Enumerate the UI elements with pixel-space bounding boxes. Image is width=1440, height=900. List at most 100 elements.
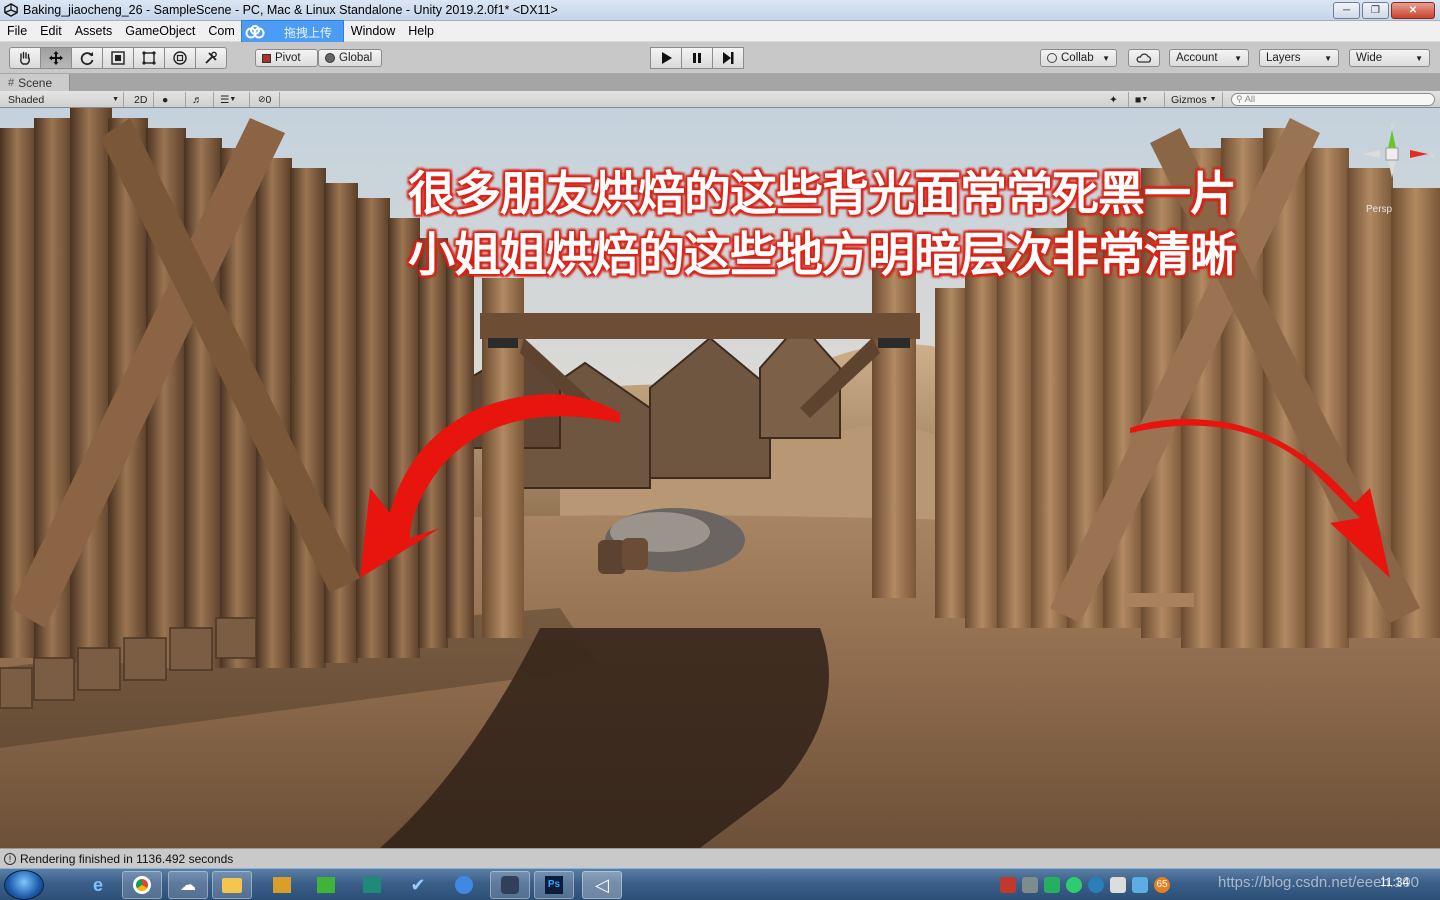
2d-toggle[interactable]: 2D (130, 92, 154, 107)
tray-vpn-icon[interactable] (1088, 877, 1104, 893)
cloud-icon (242, 21, 268, 43)
menu-file[interactable]: File (0, 24, 33, 38)
taskbar-ie-icon[interactable]: e (78, 871, 118, 899)
taskbar-vs-icon[interactable]: ✔ (398, 871, 438, 899)
close-button[interactable]: ✕ (1391, 1, 1435, 19)
tray-badge-icon[interactable]: 65 (1154, 877, 1170, 893)
taskbar-tool-icon[interactable] (262, 871, 302, 899)
taskbar-teal-app-icon[interactable] (352, 871, 392, 899)
step-button[interactable] (712, 47, 744, 69)
taskbar-unity-icon[interactable]: ◁ (582, 871, 622, 899)
transform-tool-button[interactable] (164, 47, 196, 69)
taskbar-chrome-icon[interactable] (122, 871, 162, 899)
status-message[interactable]: Rendering finished in 1136.492 seconds (20, 852, 233, 866)
layers-dropdown[interactable]: Layers ▼ (1259, 49, 1339, 67)
menu-help[interactable]: Help (401, 24, 440, 38)
speaker-icon: ♬ (192, 93, 203, 106)
menu-bar: File Edit Assets GameObject Com Window H… (0, 21, 1440, 42)
chevron-down-icon: ▼ (1234, 53, 1242, 63)
projection-mode-label[interactable]: Persp (1366, 204, 1393, 215)
tray-keyboard-icon[interactable] (1022, 877, 1038, 893)
check-circle-icon (1047, 53, 1057, 63)
taskbar-netdisk-icon[interactable]: ☁ (168, 871, 208, 899)
account-dropdown[interactable]: Account ▼ (1169, 49, 1249, 67)
rect-tool-button[interactable] (133, 47, 165, 69)
taskbar-dark-app-icon[interactable] (490, 871, 530, 899)
rect-icon (142, 51, 156, 65)
menu-assets[interactable]: Assets (68, 24, 119, 38)
scale-icon (111, 51, 125, 65)
effects-dropdown[interactable]: ☰ ▼ (216, 92, 250, 107)
pivot-icon (262, 53, 271, 63)
tray-wechat-icon[interactable] (1066, 877, 1082, 893)
axis-y-label: y (1390, 120, 1395, 130)
play-button[interactable] (650, 47, 682, 69)
pivot-toggle[interactable]: Pivot (255, 49, 318, 67)
rotate-tool-button[interactable] (71, 47, 103, 69)
pause-icon (693, 53, 701, 63)
tray-app-icon[interactable] (1000, 877, 1016, 893)
search-placeholder: All (1244, 94, 1256, 105)
scene-viewport[interactable]: 很多朋友烘焙的这些背光面常常死黑一片 小姐姐烘焙的这些地方明暗层次非常清晰 y … (0, 108, 1440, 848)
maximize-button[interactable]: ❐ (1362, 1, 1389, 19)
tray-netdisk-icon[interactable] (1132, 877, 1148, 893)
tray-unity-icon[interactable] (1110, 877, 1126, 893)
taskbar-browser-icon[interactable] (444, 871, 484, 899)
taskbar-green-app-icon[interactable] (306, 871, 346, 899)
camera-dropdown[interactable]: ■ ▼ (1131, 92, 1165, 107)
playback-controls (650, 47, 744, 69)
windows-start-button[interactable] (4, 870, 44, 900)
layers-label: Layers (1266, 52, 1301, 64)
lightbulb-icon: ● (162, 93, 169, 106)
collab-dropdown[interactable]: Collab ▼ (1040, 49, 1117, 67)
chevron-down-icon: ▼ (1209, 96, 1217, 103)
rotate-icon (80, 52, 94, 66)
main-toolbar: Pivot Global Collab ▼ Account ▼ Layers ▼… (0, 42, 1440, 74)
wrench-icon (205, 51, 217, 64)
scene-search-input[interactable]: ⚲ All (1231, 93, 1435, 106)
hidden-count[interactable]: ⊘ 0 (254, 92, 280, 107)
scene-tab-bar: # Scene (0, 74, 1440, 91)
menu-component[interactable]: Com (201, 24, 240, 38)
shading-mode-dropdown[interactable]: Shaded ▼ (4, 92, 124, 107)
scale-tool-button[interactable] (102, 47, 134, 69)
orientation-gizmo[interactable]: y x Persp (1358, 120, 1438, 230)
move-tool-button[interactable] (40, 47, 72, 69)
transform-tools (9, 47, 227, 69)
gizmos-label: Gizmos (1171, 93, 1207, 106)
tab-scene[interactable]: # Scene (0, 74, 70, 91)
lighting-toggle[interactable]: ● (158, 92, 186, 107)
chevron-down-icon: ▼ (1415, 53, 1423, 63)
taskbar-photoshop-icon[interactable]: Ps (534, 871, 574, 899)
axis-x-label: x (1430, 150, 1435, 160)
chevron-down-icon: ▼ (112, 96, 119, 103)
account-label: Account (1176, 52, 1218, 64)
taskbar-explorer-icon[interactable] (212, 871, 252, 899)
chevron-down-icon: ▼ (1141, 96, 1149, 103)
upload-drop-widget[interactable]: 拖拽上传 (241, 20, 344, 44)
play-icon (662, 52, 672, 64)
grid-icon: # (8, 76, 15, 89)
global-label: Global (339, 52, 373, 64)
hand-icon (20, 51, 30, 65)
upload-label: 拖拽上传 (284, 25, 333, 40)
menu-edit[interactable]: Edit (33, 24, 68, 38)
layout-dropdown[interactable]: Wide ▼ (1349, 49, 1430, 67)
menu-window[interactable]: Window (344, 24, 401, 38)
tray-battery-icon[interactable] (1044, 877, 1060, 893)
step-icon (723, 52, 734, 64)
custom-tool-button[interactable] (195, 47, 227, 69)
global-toggle[interactable]: Global (318, 49, 382, 67)
pause-button[interactable] (681, 47, 713, 69)
overlay-caption-line-2: 小姐姐烘焙的这些地方明暗层次非常清晰 (408, 228, 1237, 283)
chevron-down-icon: ▼ (1102, 53, 1110, 63)
minimize-button[interactable]: ─ (1333, 1, 1360, 19)
move-icon (49, 51, 63, 65)
audio-toggle[interactable]: ♬ (188, 92, 214, 107)
gizmos-dropdown[interactable]: Gizmos ▼ (1167, 92, 1223, 107)
hand-tool-button[interactable] (9, 47, 41, 69)
menu-gameobject[interactable]: GameObject (118, 24, 201, 38)
cloud-services-button[interactable] (1128, 49, 1160, 67)
overlay-caption-line-1: 很多朋友烘焙的这些背光面常常死黑一片 (408, 167, 1237, 222)
scene-tools-wrench[interactable]: ✦ (1105, 92, 1129, 107)
